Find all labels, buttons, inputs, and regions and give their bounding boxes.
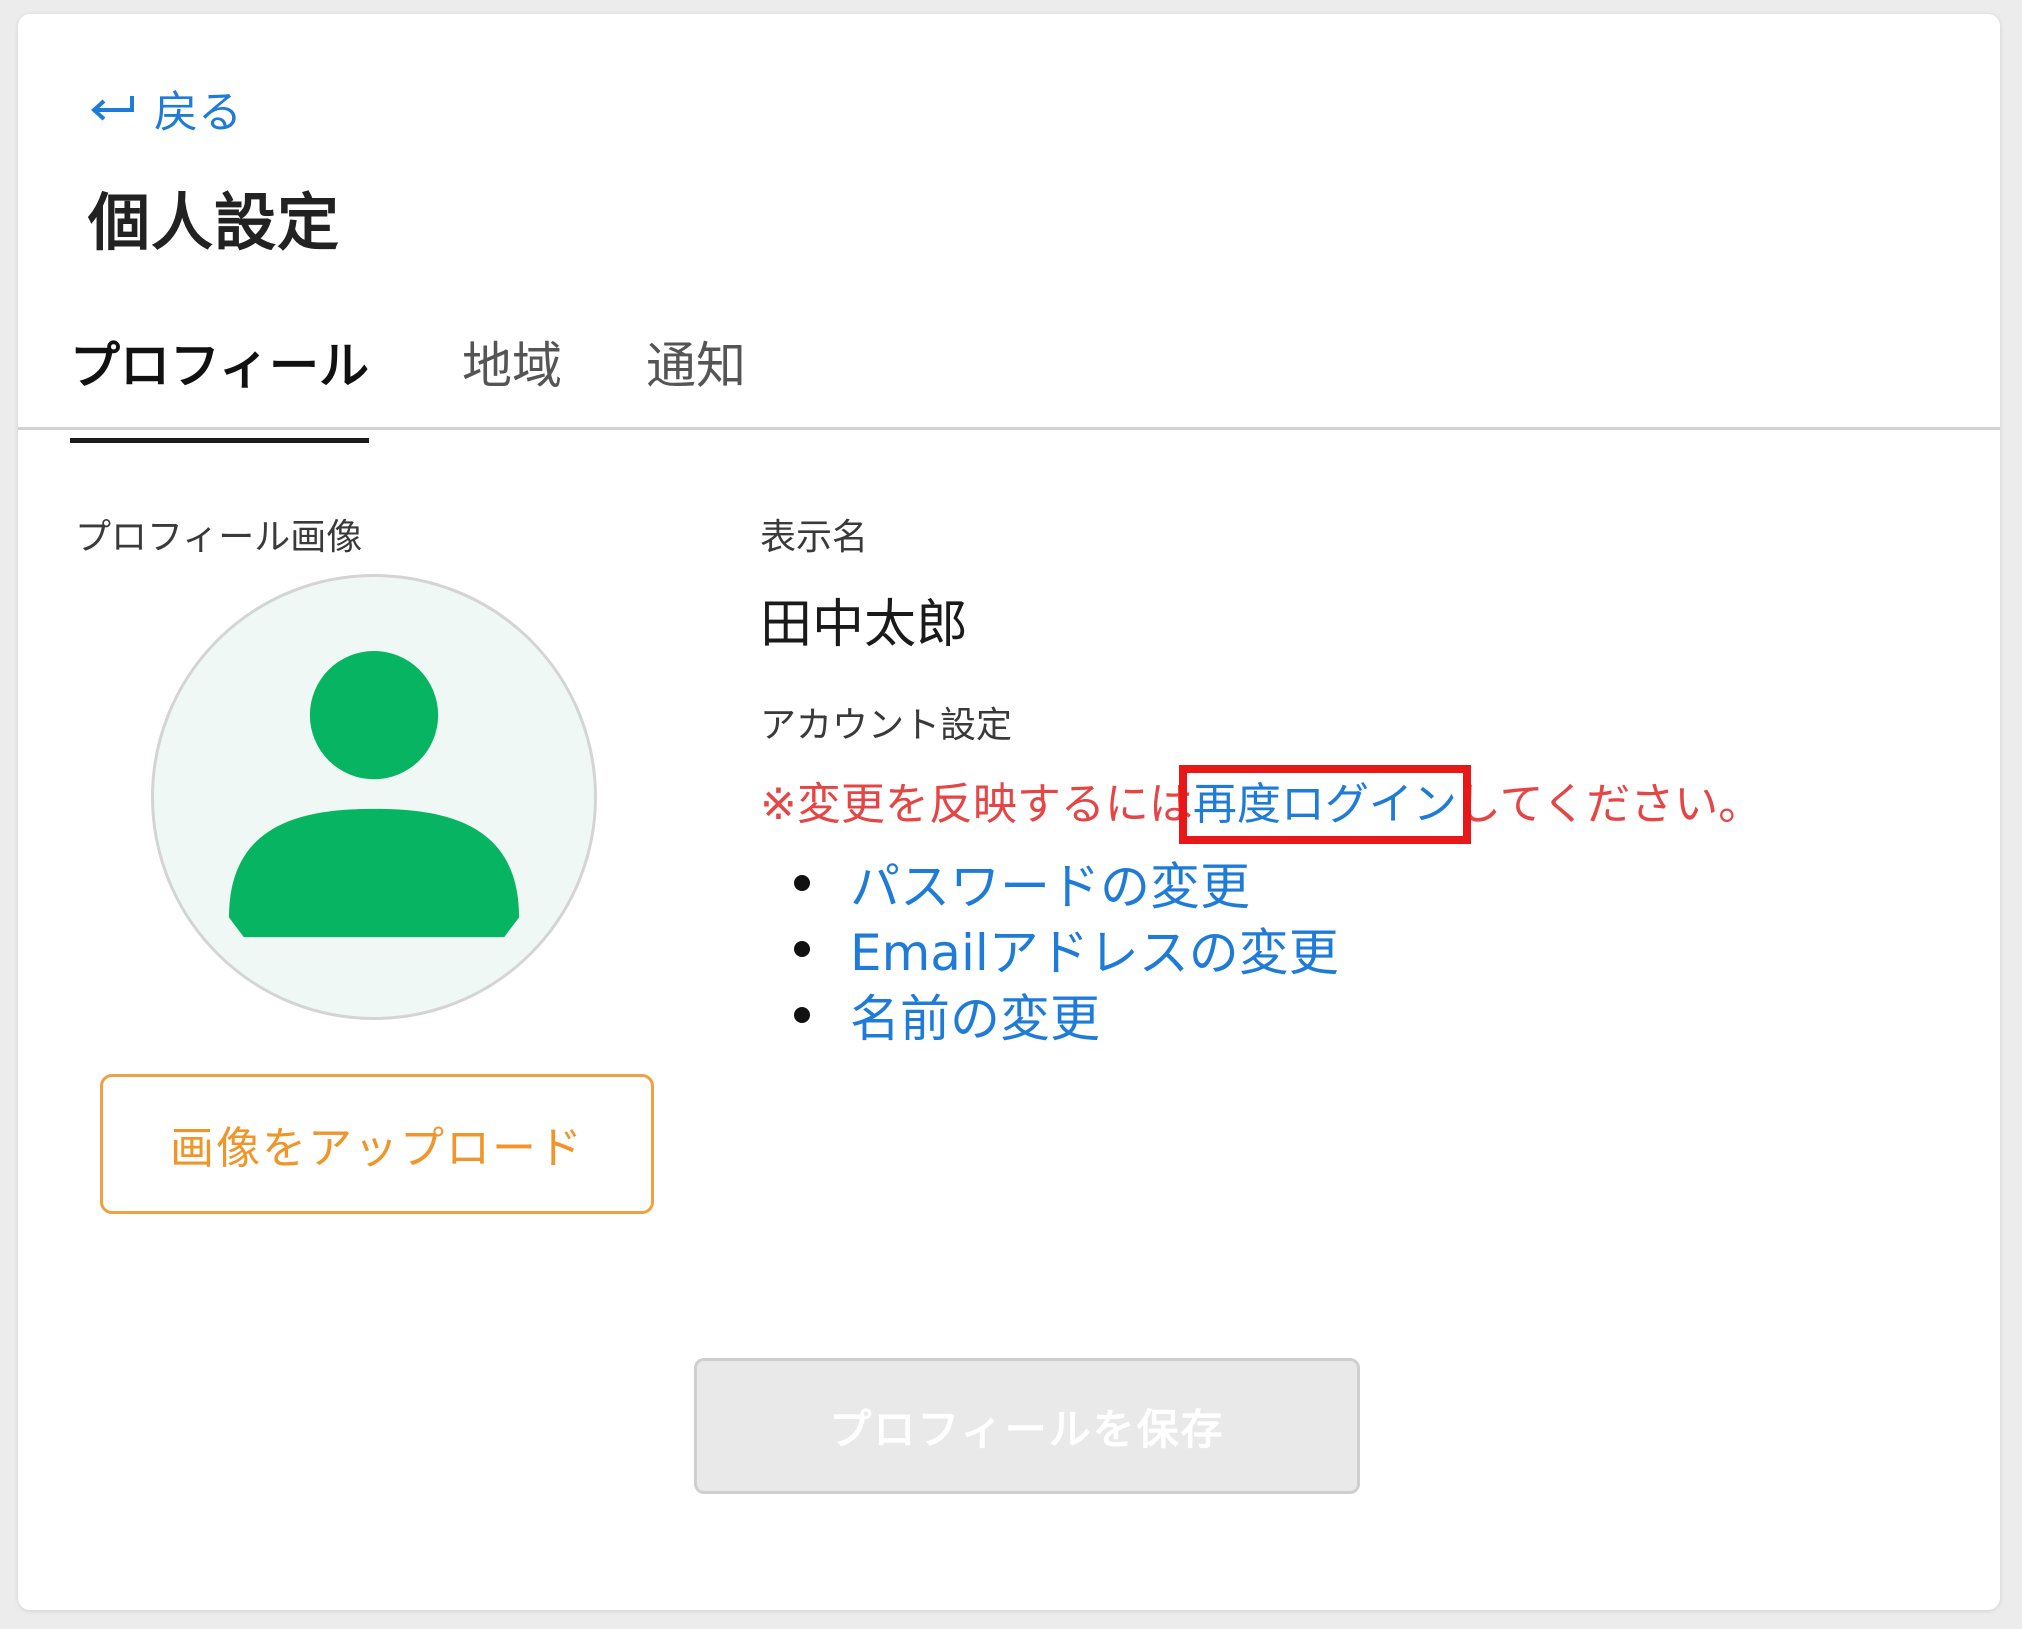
save-profile-button[interactable]: プロフィールを保存: [694, 1358, 1360, 1494]
relogin-link[interactable]: 再度ログイン: [1178, 765, 1471, 844]
profile-image-label: プロフィール画像: [75, 517, 363, 558]
return-arrow-icon: [91, 96, 134, 121]
bullet-icon: [794, 1007, 810, 1023]
back-link[interactable]: 戻る: [88, 76, 242, 140]
user-avatar-icon: [228, 650, 520, 938]
relogin-notice: ※変更を反映するには再度ログインしてください。: [760, 765, 1763, 844]
notice-suffix: してください。: [1456, 779, 1763, 830]
bullet-icon: [794, 875, 810, 891]
settings-card: 戻る 個人設定 プロフィール 地域 通知 プロフィール画像 画像をアップロード …: [18, 14, 2000, 1610]
tab-notifications[interactable]: 通知: [646, 326, 746, 438]
back-label: 戻る: [154, 87, 242, 138]
upload-image-button[interactable]: 画像をアップロード: [100, 1074, 654, 1214]
notice-prefix: ※変更を反映するには: [760, 779, 1193, 830]
change-email-link[interactable]: Emailアドレスの変更: [850, 913, 1339, 985]
list-item: パスワードの変更: [760, 850, 1339, 916]
list-item: Emailアドレスの変更: [760, 916, 1339, 982]
display-name-value: 田中太郎: [760, 595, 969, 655]
change-password-link[interactable]: パスワードの変更: [850, 847, 1250, 919]
page-title: 個人設定: [88, 186, 341, 259]
account-links-list: パスワードの変更 Emailアドレスの変更 名前の変更: [760, 850, 1339, 1048]
avatar: [151, 574, 597, 1020]
tab-bar: プロフィール 地域 通知: [18, 314, 2000, 443]
bullet-icon: [794, 941, 810, 957]
change-name-link[interactable]: 名前の変更: [850, 979, 1100, 1051]
display-name-label: 表示名: [760, 517, 869, 558]
tab-region[interactable]: 地域: [462, 326, 562, 438]
account-settings-label: アカウント設定: [760, 705, 1013, 746]
list-item: 名前の変更: [760, 982, 1339, 1048]
tab-profile[interactable]: プロフィール: [70, 326, 369, 443]
